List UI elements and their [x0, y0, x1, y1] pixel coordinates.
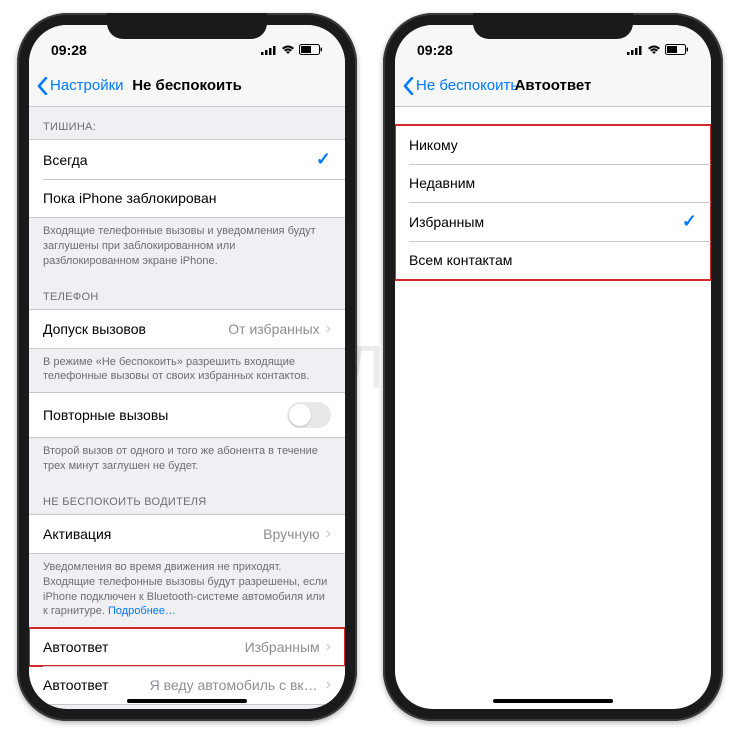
home-indicator[interactable] [127, 699, 247, 703]
row-allow-calls[interactable]: Допуск вызовов От избранных › [29, 310, 345, 348]
row-autoreply-to[interactable]: Автоответ Избранным › [29, 628, 345, 666]
option-label: Всем контактам [409, 252, 512, 268]
option-recents[interactable]: Недавним [395, 164, 711, 202]
status-icons [627, 42, 689, 58]
autoreply-footer: Если люди из Вашего списка «Избранное» н… [29, 705, 345, 709]
cellular-icon [627, 42, 643, 58]
home-indicator[interactable] [493, 699, 613, 703]
status-icons [261, 42, 323, 58]
chevron-right-icon: › [326, 320, 331, 338]
phone-frame-left: 09:28 Настройки Не беспокоить ТИШИН [17, 13, 357, 721]
row-always[interactable]: Всегда ✓ [29, 140, 345, 179]
section-header-phone: ТЕЛЕФОН [29, 277, 345, 309]
chevron-right-icon: › [326, 638, 331, 656]
option-favorites[interactable]: Избранным ✓ [395, 202, 711, 241]
option-label: Недавним [409, 175, 475, 191]
navbar: Настройки Не беспокоить [29, 65, 345, 107]
notch [107, 13, 267, 39]
wifi-icon [647, 42, 661, 58]
row-label: Допуск вызовов [43, 321, 146, 337]
phone-group-1: Допуск вызовов От избранных › [29, 309, 345, 349]
chevron-right-icon: › [326, 676, 331, 694]
repeat-footer: Второй вызов от одного и того же абонент… [29, 438, 345, 482]
notch [473, 13, 633, 39]
checkmark-icon: ✓ [316, 149, 331, 170]
phone-group-2: Повторные вызовы [29, 392, 345, 438]
activate-footer: Уведомления во время движения не приходя… [29, 554, 345, 627]
screen-right: 09:28 Не беспокоить Автоответ [395, 25, 711, 709]
row-value: Вручную [263, 526, 320, 542]
page-title: Не беспокоить [132, 77, 242, 94]
back-button[interactable]: Настройки [29, 77, 124, 95]
battery-icon [665, 42, 689, 58]
back-label: Настройки [50, 77, 124, 94]
settings-content[interactable]: ТИШИНА: Всегда ✓ Пока iPhone заблокирова… [29, 107, 345, 709]
allow-calls-footer: В режиме «Не беспокоить» разрешить входя… [29, 349, 345, 393]
back-label: Не беспокоить [416, 77, 518, 94]
row-label: Активация [43, 526, 111, 542]
screen-left: 09:28 Настройки Не беспокоить ТИШИН [29, 25, 345, 709]
option-label: Избранным [409, 214, 484, 230]
section-header-driving: НЕ БЕСПОКОИТЬ ВОДИТЕЛЯ [29, 482, 345, 514]
battery-icon [299, 42, 323, 58]
page-title: Автоответ [515, 77, 592, 94]
options-content[interactable]: Никому Недавним Избранным ✓ Всем контакт… [395, 107, 711, 709]
chevron-left-icon [37, 77, 48, 95]
row-value: Я веду автомобиль с включенн… [150, 677, 320, 693]
row-label: Повторные вызовы [43, 407, 168, 423]
row-label: Пока iPhone заблокирован [43, 190, 216, 206]
driving-group-2: Автоответ Избранным › Автоответ Я веду а… [29, 627, 345, 705]
driving-group-1: Активация Вручную › [29, 514, 345, 554]
chevron-right-icon: › [326, 525, 331, 543]
chevron-left-icon [403, 77, 414, 95]
section-header-silence: ТИШИНА: [29, 107, 345, 139]
autoreply-options-group: Никому Недавним Избранным ✓ Всем контакт… [395, 125, 711, 280]
phone-frame-right: 09:28 Не беспокоить Автоответ [383, 13, 723, 721]
option-label: Никому [409, 137, 458, 153]
back-button[interactable]: Не беспокоить [395, 77, 518, 95]
toggle-off[interactable] [287, 402, 331, 428]
row-value: От избранных [228, 321, 319, 337]
row-repeat-calls[interactable]: Повторные вызовы [29, 393, 345, 437]
row-label: Автоответ [43, 639, 108, 655]
learn-more-link[interactable]: Подробнее… [108, 605, 176, 617]
row-while-locked[interactable]: Пока iPhone заблокирован [29, 179, 345, 217]
wifi-icon [281, 42, 295, 58]
row-label: Всегда [43, 152, 88, 168]
row-value: Избранным [245, 639, 320, 655]
row-label: Автоответ [43, 677, 108, 693]
status-time: 09:28 [417, 42, 453, 58]
silence-group: Всегда ✓ Пока iPhone заблокирован [29, 139, 345, 218]
option-none[interactable]: Никому [395, 126, 711, 164]
option-all-contacts[interactable]: Всем контактам [395, 241, 711, 279]
row-activate[interactable]: Активация Вручную › [29, 515, 345, 553]
checkmark-icon: ✓ [682, 211, 697, 232]
silence-footer: Входящие телефонные вызовы и уведомления… [29, 218, 345, 277]
navbar: Не беспокоить Автоответ [395, 65, 711, 107]
status-time: 09:28 [51, 42, 87, 58]
cellular-icon [261, 42, 277, 58]
